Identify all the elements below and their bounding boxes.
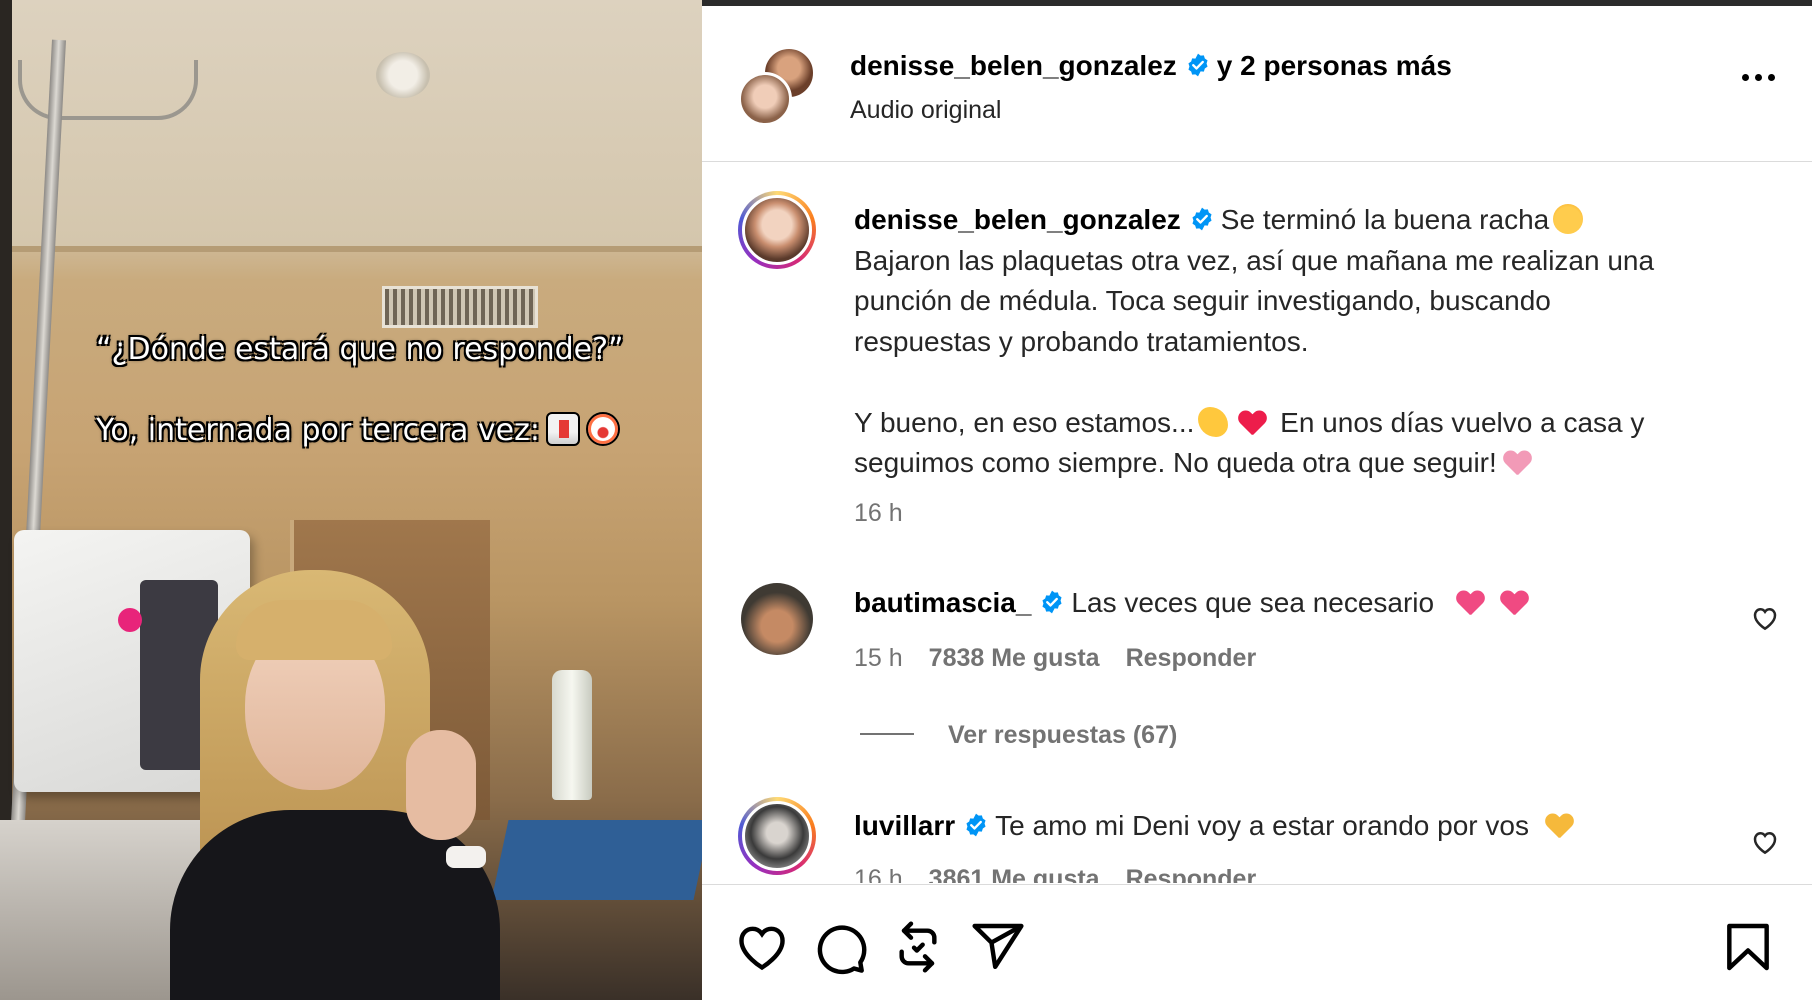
comment-likes-count[interactable]: 7838 Me gusta xyxy=(929,644,1100,672)
like-icon[interactable] xyxy=(1750,827,1780,857)
ceiling xyxy=(12,0,702,250)
caption-username[interactable]: denisse_belen_gonzalez xyxy=(854,204,1181,235)
avatar[interactable] xyxy=(738,191,816,269)
overlay-caption-line2: Yo, internada por tercera vez: xyxy=(96,412,620,448)
comment-timestamp[interactable]: 15 h xyxy=(854,644,903,672)
comment-timestamp[interactable]: 16 h xyxy=(854,865,903,883)
comment-icon[interactable] xyxy=(812,919,868,975)
heart-emoji xyxy=(1456,591,1484,617)
post-header: denisse_belen_gonzalez y 2 personas más A… xyxy=(702,6,1812,162)
audio-link[interactable]: Audio original xyxy=(850,96,1002,125)
collaborators-link[interactable]: y 2 personas más xyxy=(1217,50,1452,81)
caption-text: respuestas y probando tratamientos. xyxy=(854,325,1309,357)
caption-text: punción de médula. Toca seguir investiga… xyxy=(854,285,1551,316)
more-icon[interactable] xyxy=(1738,68,1778,88)
yellow-heart-emoji xyxy=(1545,814,1573,840)
verified-badge-icon xyxy=(966,813,986,837)
save-icon[interactable] xyxy=(1720,919,1776,975)
verified-badge-icon xyxy=(1042,590,1062,614)
red-heart-emoji xyxy=(1238,411,1266,437)
caption-text: En unos días vuelvo a casa y xyxy=(1280,406,1645,438)
smoke-detector xyxy=(376,52,430,98)
repost-icon[interactable] xyxy=(890,919,946,975)
heart-ribbon-emoji xyxy=(1503,451,1531,477)
avatar[interactable] xyxy=(741,583,813,655)
overlay-caption-line1: “¿Dónde estará que no responde?” xyxy=(96,332,624,367)
comments-list[interactable]: denisse_belen_gonzalez Se terminó la buen… xyxy=(702,163,1812,883)
clown-emoji xyxy=(585,412,620,446)
header-author: denisse_belen_gonzalez y 2 personas más xyxy=(850,50,1452,82)
flexed-biceps-emoji xyxy=(1198,406,1229,437)
sweat-smile-emoji xyxy=(1553,204,1584,234)
caption-timestamp[interactable]: 16 h xyxy=(854,499,903,527)
comment-username[interactable]: bautimascia_ xyxy=(854,587,1031,618)
caption-text: seguimos como siempre. No queda otra que… xyxy=(854,447,1497,478)
comment-text: Las veces que sea necesario xyxy=(1071,587,1435,618)
heart-emoji xyxy=(1500,591,1528,617)
action-bar xyxy=(702,884,1812,1000)
avatar[interactable] xyxy=(738,797,816,875)
author-username-link[interactable]: denisse_belen_gonzalez xyxy=(850,50,1177,81)
reply-button[interactable]: Responder xyxy=(1126,644,1257,672)
food-tray xyxy=(491,820,702,900)
caption-text: Se terminó la buena racha xyxy=(1220,204,1550,235)
collab-avatars[interactable] xyxy=(738,46,818,126)
view-replies-button[interactable]: Ver respuestas (67) xyxy=(860,721,1177,750)
comment-username[interactable]: luvillarr xyxy=(854,810,955,841)
caption-text: Bajaron las plaquetas otra vez, así que … xyxy=(854,244,1655,276)
reel-media[interactable]: “¿Dónde estará que no responde?” Yo, int… xyxy=(0,0,702,1000)
verified-badge-icon xyxy=(1188,53,1208,77)
verified-badge-icon xyxy=(1192,207,1212,231)
caption-text: Y bueno, en eso estamos... xyxy=(854,406,1195,438)
avatar[interactable] xyxy=(738,72,792,126)
water-bottle xyxy=(552,670,592,800)
share-icon[interactable] xyxy=(970,919,1026,975)
air-vent xyxy=(382,286,538,328)
iv-hook xyxy=(18,60,198,120)
reply-button[interactable]: Responder xyxy=(1126,865,1257,883)
person-figure xyxy=(150,560,510,1000)
comment-text: Te amo mi Deni voy a estar orando por vo… xyxy=(995,810,1529,841)
hospital-emoji xyxy=(545,412,580,446)
comment-likes-count[interactable]: 3861 Me gusta xyxy=(929,865,1100,883)
like-icon[interactable] xyxy=(1750,603,1780,633)
post-panel: denisse_belen_gonzalez y 2 personas más A… xyxy=(702,0,1812,1000)
like-icon[interactable] xyxy=(734,919,790,975)
